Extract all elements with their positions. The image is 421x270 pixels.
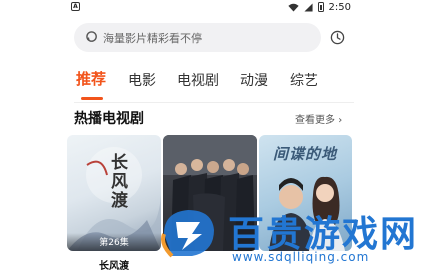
signal-icon (303, 2, 313, 12)
poster-title-art: 间谍的地 (273, 145, 338, 163)
poster-title: 长风渡 (99, 261, 129, 270)
tab-movies[interactable]: 电影 (128, 70, 156, 90)
status-icons: 2:50 (287, 1, 351, 13)
watermark-url: www.sdqlliqing.com (232, 250, 370, 264)
notification-icon: A (71, 2, 80, 11)
poster-title-art: 长风渡 (107, 153, 127, 210)
tab-recommend[interactable]: 推荐 (76, 68, 106, 89)
search-icon (86, 31, 97, 42)
search-input[interactable]: 海量影片精彩看不停 (74, 23, 321, 52)
episode-badge: 第26集 (67, 233, 161, 251)
watermark-logo (161, 210, 214, 258)
active-tab-indicator (81, 97, 103, 100)
wifi-icon (287, 3, 299, 12)
tab-tv-series[interactable]: 电视剧 (177, 70, 219, 90)
see-more-label: 查看更多 (295, 115, 335, 126)
tab-anime[interactable]: 动漫 (240, 70, 268, 90)
chevron-right-icon: › (338, 115, 343, 126)
battery-icon (317, 2, 324, 12)
status-bar: A 2:50 (0, 0, 421, 14)
search-placeholder: 海量影片精彩看不停 (103, 32, 202, 45)
section-title: 热播电视剧 (74, 111, 144, 127)
status-time: 2:50 (328, 1, 351, 13)
poster-card[interactable]: 长风渡 第26集 (67, 135, 161, 251)
see-more-link[interactable]: 查看更多 › (295, 111, 342, 126)
clock-icon[interactable] (330, 30, 345, 45)
divider (74, 102, 354, 103)
tab-variety[interactable]: 综艺 (290, 70, 318, 90)
